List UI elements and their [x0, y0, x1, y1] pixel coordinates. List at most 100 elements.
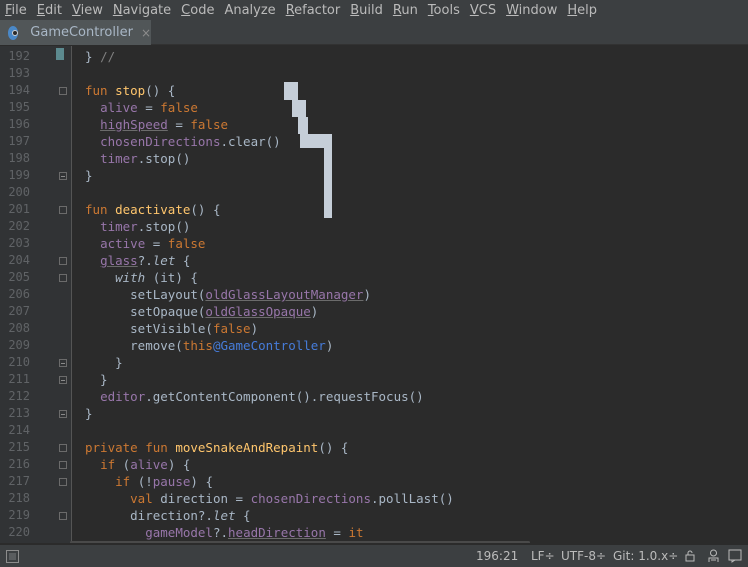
- code-line[interactable]: fun deactivate() {: [85, 201, 220, 218]
- line-number[interactable]: 209: [0, 337, 30, 354]
- code-line[interactable]: editor.getContentComponent().requestFocu…: [85, 388, 424, 405]
- line-number[interactable]: 217: [0, 473, 30, 490]
- code-line[interactable]: active = false: [85, 235, 205, 252]
- line-number[interactable]: 212: [0, 388, 30, 405]
- code-line[interactable]: }: [85, 405, 93, 422]
- code-line[interactable]: fun stop() {: [85, 82, 175, 99]
- line-number[interactable]: 205: [0, 269, 30, 286]
- event-log-icon[interactable]: [728, 549, 742, 563]
- mnemonic: V: [469, 2, 479, 18]
- code-token: this: [182, 338, 213, 353]
- menu-item[interactable]: File: [5, 3, 27, 18]
- code-line[interactable]: chosenDirections.clear(): [85, 133, 281, 150]
- menu-item[interactable]: Edit: [37, 3, 62, 18]
- close-icon[interactable]: ×: [141, 26, 151, 40]
- fold-icon[interactable]: [59, 257, 67, 265]
- code-line[interactable]: with (it) {: [85, 269, 198, 286]
- menu-item[interactable]: View: [72, 3, 103, 18]
- tool-window-toggle-icon[interactable]: [6, 550, 19, 563]
- fold-icon[interactable]: [59, 444, 67, 452]
- menu-item[interactable]: Build: [350, 3, 383, 18]
- line-number[interactable]: 214: [0, 422, 30, 439]
- menu-item[interactable]: Run: [393, 3, 418, 18]
- line-number[interactable]: 202: [0, 218, 30, 235]
- menu-item[interactable]: Tools: [428, 3, 460, 18]
- line-number[interactable]: 215: [0, 439, 30, 456]
- vcs-branch[interactable]: Git: 1.0.x÷: [613, 549, 678, 563]
- code-line[interactable]: private fun moveSnakeAndRepaint() {: [85, 439, 348, 456]
- code-line[interactable]: alive = false: [85, 99, 198, 116]
- line-number[interactable]: 196: [0, 116, 30, 133]
- code-line[interactable]: highSpeed = false: [85, 116, 228, 133]
- tab-gamecontroller[interactable]: GameController ×: [0, 20, 151, 45]
- code-line[interactable]: timer.stop(): [85, 150, 190, 167]
- code-line[interactable]: }: [85, 167, 93, 184]
- line-number[interactable]: 219: [0, 507, 30, 524]
- line-number[interactable]: 213: [0, 405, 30, 422]
- line-number[interactable]: 197: [0, 133, 30, 150]
- line-number[interactable]: 210: [0, 354, 30, 371]
- menu-item[interactable]: Refactor: [286, 3, 341, 18]
- fold-icon[interactable]: [59, 206, 67, 214]
- line-number[interactable]: 200: [0, 184, 30, 201]
- line-number[interactable]: 216: [0, 456, 30, 473]
- code-token: chosenDirections: [100, 134, 221, 149]
- line-number[interactable]: 201: [0, 201, 30, 218]
- tab-label: GameController: [30, 25, 133, 40]
- code-line[interactable]: setOpaque(oldGlassOpaque): [85, 303, 318, 320]
- line-number[interactable]: 195: [0, 99, 30, 116]
- fold-end-icon[interactable]: [59, 172, 67, 180]
- menu-item[interactable]: Window: [506, 3, 557, 18]
- line-number[interactable]: 194: [0, 82, 30, 99]
- code-area[interactable]: } // fun stop() { alive = false highSpeed…: [85, 46, 748, 543]
- code-line[interactable]: val direction = chosenDirections.pollLas…: [85, 490, 454, 507]
- line-number[interactable]: 211: [0, 371, 30, 388]
- fold-icon[interactable]: [59, 87, 67, 95]
- line-separator[interactable]: LF÷: [531, 549, 555, 563]
- line-number[interactable]: 207: [0, 303, 30, 320]
- line-number[interactable]: 206: [0, 286, 30, 303]
- code-line[interactable]: }: [85, 371, 108, 388]
- hector-icon[interactable]: [707, 549, 720, 563]
- code-line[interactable]: direction?.let {: [85, 507, 250, 524]
- code-line[interactable]: }: [85, 354, 123, 371]
- code-line[interactable]: if (!pause) {: [85, 473, 213, 490]
- code-line[interactable]: if (alive) {: [85, 456, 190, 473]
- file-encoding[interactable]: UTF-8÷: [561, 549, 606, 563]
- lock-icon[interactable]: [685, 550, 695, 562]
- fold-end-icon[interactable]: [59, 410, 67, 418]
- code-line[interactable]: gameModel?.headDirection = it: [85, 524, 363, 541]
- line-number[interactable]: 208: [0, 320, 30, 337]
- line-number[interactable]: 203: [0, 235, 30, 252]
- fold-icon[interactable]: [59, 274, 67, 282]
- menu-item[interactable]: Navigate: [113, 3, 171, 18]
- fold-end-icon[interactable]: [59, 359, 67, 367]
- line-number[interactable]: 193: [0, 65, 30, 82]
- line-number[interactable]: 199: [0, 167, 30, 184]
- code-line[interactable]: } //: [85, 48, 115, 65]
- code-line[interactable]: remove(this@GameController): [85, 337, 333, 354]
- line-number-gutter[interactable]: 192 193 194 195 196 197 198 199 200 201 202 203 204 2…: [0, 46, 72, 543]
- menu-item[interactable]: Code: [181, 3, 214, 18]
- fold-icon[interactable]: [59, 461, 67, 469]
- code-line[interactable]: glass?.let {: [85, 252, 190, 269]
- line-number[interactable]: 220: [0, 524, 30, 541]
- menu-item[interactable]: Help: [567, 3, 597, 18]
- fold-end-icon[interactable]: [59, 376, 67, 384]
- line-number[interactable]: 218: [0, 490, 30, 507]
- line-number[interactable]: 204: [0, 252, 30, 269]
- menu-item[interactable]: VCS: [470, 3, 496, 18]
- line-number[interactable]: 192: [0, 48, 30, 65]
- code-editor[interactable]: 192 193 194 195 196 197 198 199 200 201 202 203 204 2…: [0, 46, 748, 543]
- code-line[interactable]: timer.stop(): [85, 218, 190, 235]
- code-line[interactable]: setLayout(oldGlassLayoutManager): [85, 286, 371, 303]
- fold-icon[interactable]: [59, 512, 67, 520]
- horizontal-scrollbar[interactable]: [70, 541, 530, 543]
- line-number[interactable]: 198: [0, 150, 30, 167]
- caret-position[interactable]: 196:21: [476, 549, 518, 563]
- fold-icon[interactable]: [59, 478, 67, 486]
- menu-item[interactable]: Analyze: [224, 3, 275, 18]
- code-line[interactable]: setVisible(false): [85, 320, 258, 337]
- code-token: if: [115, 474, 131, 489]
